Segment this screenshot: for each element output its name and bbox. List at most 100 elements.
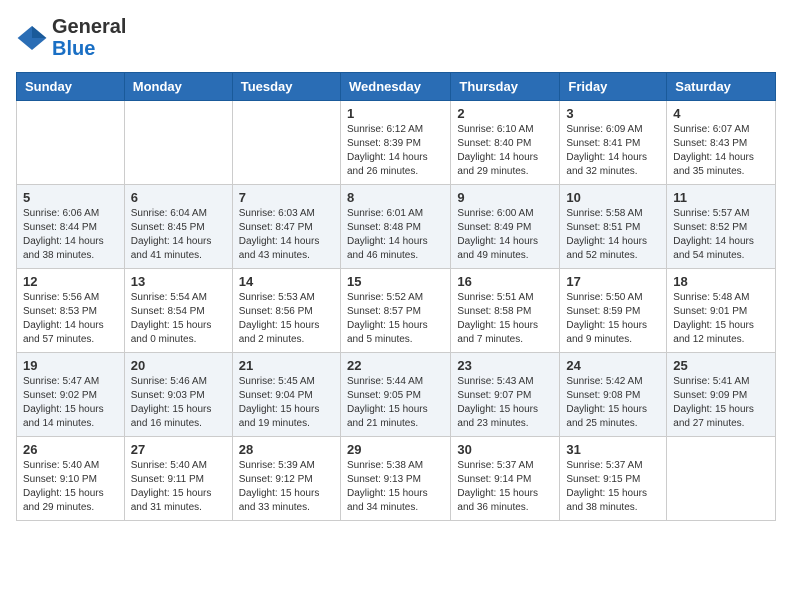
day-of-week-header: Monday: [124, 73, 232, 101]
day-info: Sunrise: 5:54 AM Sunset: 8:54 PM Dayligh…: [131, 291, 226, 347]
calendar-day-cell: 19 Sunrise: 5:47 AM Sunset: 9:02 PM Dayli…: [17, 353, 125, 437]
day-number: 16: [457, 274, 553, 289]
calendar-day-cell: 21 Sunrise: 5:45 AM Sunset: 9:04 PM Dayli…: [232, 353, 340, 437]
day-number: 3: [566, 106, 660, 121]
calendar-day-cell: 15Sunrise: 5:52 AM Sunset: 8:57 PM Dayli…: [340, 269, 450, 353]
day-info: Sunrise: 5:47 AM Sunset: 9:02 PM Dayligh…: [23, 375, 118, 431]
day-number: 18: [673, 274, 769, 289]
day-number: 2: [457, 106, 553, 121]
day-info: Sunrise: 5:58 AM Sunset: 8:51 PM Dayligh…: [566, 207, 660, 263]
day-info: Sunrise: 5:46 AM Sunset: 9:03 PM Dayligh…: [131, 375, 226, 431]
calendar-day-cell: 4 Sunrise: 6:07 AM Sunset: 8:43 PM Daylig…: [667, 101, 776, 185]
day-info: Sunrise: 6:07 AM Sunset: 8:43 PM Dayligh…: [673, 123, 769, 179]
day-info: Sunrise: 5:39 AM Sunset: 9:12 PM Dayligh…: [239, 459, 334, 515]
calendar-day-cell: 18 Sunrise: 5:48 AM Sunset: 9:01 PM Dayli…: [667, 269, 776, 353]
day-number: 9: [457, 190, 553, 205]
calendar-day-cell: 2 Sunrise: 6:10 AM Sunset: 8:40 PM Daylig…: [451, 101, 560, 185]
calendar-day-cell: 22Sunrise: 5:44 AM Sunset: 9:05 PM Dayli…: [340, 353, 450, 437]
day-number: 8: [347, 190, 444, 205]
day-number: 14: [239, 274, 334, 289]
calendar-day-cell: 26 Sunrise: 5:40 AM Sunset: 9:10 PM Dayli…: [17, 437, 125, 521]
calendar-day-cell: 12Sunrise: 5:56 AM Sunset: 8:53 PM Dayli…: [17, 269, 125, 353]
calendar-day-cell: 14 Sunrise: 5:53 AM Sunset: 8:56 PM Dayli…: [232, 269, 340, 353]
day-number: 28: [239, 442, 334, 457]
day-info: Sunrise: 5:40 AM Sunset: 9:10 PM Dayligh…: [23, 459, 118, 515]
calendar-day-cell: 16 Sunrise: 5:51 AM Sunset: 8:58 PM Dayli…: [451, 269, 560, 353]
calendar-day-cell: 23 Sunrise: 5:43 AM Sunset: 9:07 PM Dayli…: [451, 353, 560, 437]
day-number: 31: [566, 442, 660, 457]
day-info: Sunrise: 5:53 AM Sunset: 8:56 PM Dayligh…: [239, 291, 334, 347]
day-number: 5: [23, 190, 118, 205]
calendar-day-cell: [17, 101, 125, 185]
day-number: 1: [347, 106, 444, 121]
day-of-week-header: Friday: [560, 73, 667, 101]
calendar-day-cell: 24Sunrise: 5:42 AM Sunset: 9:08 PM Dayli…: [560, 353, 667, 437]
calendar-day-cell: 9Sunrise: 6:00 AM Sunset: 8:49 PM Daylig…: [451, 185, 560, 269]
day-of-week-header: Tuesday: [232, 73, 340, 101]
calendar-day-cell: 1 Sunrise: 6:12 AM Sunset: 8:39 PM Daylig…: [340, 101, 450, 185]
day-of-week-header: Saturday: [667, 73, 776, 101]
calendar-header-row: SundayMondayTuesdayWednesdayThursdayFrid…: [17, 73, 776, 101]
calendar-week-row: 26 Sunrise: 5:40 AM Sunset: 9:10 PM Dayli…: [17, 437, 776, 521]
day-info: Sunrise: 5:42 AM Sunset: 9:08 PM Dayligh…: [566, 375, 660, 431]
calendar-day-cell: 28 Sunrise: 5:39 AM Sunset: 9:12 PM Dayli…: [232, 437, 340, 521]
day-info: Sunrise: 6:04 AM Sunset: 8:45 PM Dayligh…: [131, 207, 226, 263]
calendar-day-cell: 11 Sunrise: 5:57 AM Sunset: 8:52 PM Dayli…: [667, 185, 776, 269]
day-info: Sunrise: 6:12 AM Sunset: 8:39 PM Dayligh…: [347, 123, 444, 179]
day-number: 11: [673, 190, 769, 205]
day-of-week-header: Sunday: [17, 73, 125, 101]
calendar-day-cell: [124, 101, 232, 185]
day-info: Sunrise: 5:50 AM Sunset: 8:59 PM Dayligh…: [566, 291, 660, 347]
day-info: Sunrise: 5:44 AM Sunset: 9:05 PM Dayligh…: [347, 375, 444, 431]
calendar-day-cell: [667, 437, 776, 521]
day-number: 12: [23, 274, 118, 289]
day-number: 4: [673, 106, 769, 121]
day-number: 17: [566, 274, 660, 289]
day-info: Sunrise: 5:41 AM Sunset: 9:09 PM Dayligh…: [673, 375, 769, 431]
day-number: 7: [239, 190, 334, 205]
day-info: Sunrise: 5:40 AM Sunset: 9:11 PM Dayligh…: [131, 459, 226, 515]
day-number: 21: [239, 358, 334, 373]
day-info: Sunrise: 5:37 AM Sunset: 9:15 PM Dayligh…: [566, 459, 660, 515]
calendar-day-cell: 29Sunrise: 5:38 AM Sunset: 9:13 PM Dayli…: [340, 437, 450, 521]
calendar-day-cell: 25 Sunrise: 5:41 AM Sunset: 9:09 PM Dayli…: [667, 353, 776, 437]
day-of-week-header: Thursday: [451, 73, 560, 101]
calendar-day-cell: 13 Sunrise: 5:54 AM Sunset: 8:54 PM Dayli…: [124, 269, 232, 353]
day-number: 29: [347, 442, 444, 457]
day-number: 30: [457, 442, 553, 457]
day-info: Sunrise: 6:10 AM Sunset: 8:40 PM Dayligh…: [457, 123, 553, 179]
logo-text: General Blue: [52, 16, 126, 60]
calendar-day-cell: 8 Sunrise: 6:01 AM Sunset: 8:48 PM Daylig…: [340, 185, 450, 269]
calendar-day-cell: 3 Sunrise: 6:09 AM Sunset: 8:41 PM Daylig…: [560, 101, 667, 185]
calendar-day-cell: 17 Sunrise: 5:50 AM Sunset: 8:59 PM Dayli…: [560, 269, 667, 353]
day-info: Sunrise: 5:48 AM Sunset: 9:01 PM Dayligh…: [673, 291, 769, 347]
day-number: 27: [131, 442, 226, 457]
day-number: 10: [566, 190, 660, 205]
day-info: Sunrise: 5:43 AM Sunset: 9:07 PM Dayligh…: [457, 375, 553, 431]
day-info: Sunrise: 5:37 AM Sunset: 9:14 PM Dayligh…: [457, 459, 553, 515]
calendar-day-cell: [232, 101, 340, 185]
day-info: Sunrise: 5:51 AM Sunset: 8:58 PM Dayligh…: [457, 291, 553, 347]
logo: General Blue: [16, 16, 126, 60]
calendar-day-cell: 20Sunrise: 5:46 AM Sunset: 9:03 PM Dayli…: [124, 353, 232, 437]
day-number: 26: [23, 442, 118, 457]
calendar-table: SundayMondayTuesdayWednesdayThursdayFrid…: [16, 72, 776, 521]
day-number: 6: [131, 190, 226, 205]
calendar-week-row: 19 Sunrise: 5:47 AM Sunset: 9:02 PM Dayli…: [17, 353, 776, 437]
calendar-week-row: 5Sunrise: 6:06 AM Sunset: 8:44 PM Daylig…: [17, 185, 776, 269]
day-info: Sunrise: 6:01 AM Sunset: 8:48 PM Dayligh…: [347, 207, 444, 263]
day-info: Sunrise: 6:03 AM Sunset: 8:47 PM Dayligh…: [239, 207, 334, 263]
logo-icon: [16, 22, 48, 54]
calendar-day-cell: 5Sunrise: 6:06 AM Sunset: 8:44 PM Daylig…: [17, 185, 125, 269]
calendar-day-cell: 27 Sunrise: 5:40 AM Sunset: 9:11 PM Dayli…: [124, 437, 232, 521]
day-number: 23: [457, 358, 553, 373]
day-number: 19: [23, 358, 118, 373]
calendar-week-row: 1 Sunrise: 6:12 AM Sunset: 8:39 PM Daylig…: [17, 101, 776, 185]
day-of-week-header: Wednesday: [340, 73, 450, 101]
day-number: 25: [673, 358, 769, 373]
day-info: Sunrise: 5:57 AM Sunset: 8:52 PM Dayligh…: [673, 207, 769, 263]
day-info: Sunrise: 5:45 AM Sunset: 9:04 PM Dayligh…: [239, 375, 334, 431]
day-info: Sunrise: 6:09 AM Sunset: 8:41 PM Dayligh…: [566, 123, 660, 179]
calendar-day-cell: 31 Sunrise: 5:37 AM Sunset: 9:15 PM Dayli…: [560, 437, 667, 521]
day-number: 13: [131, 274, 226, 289]
